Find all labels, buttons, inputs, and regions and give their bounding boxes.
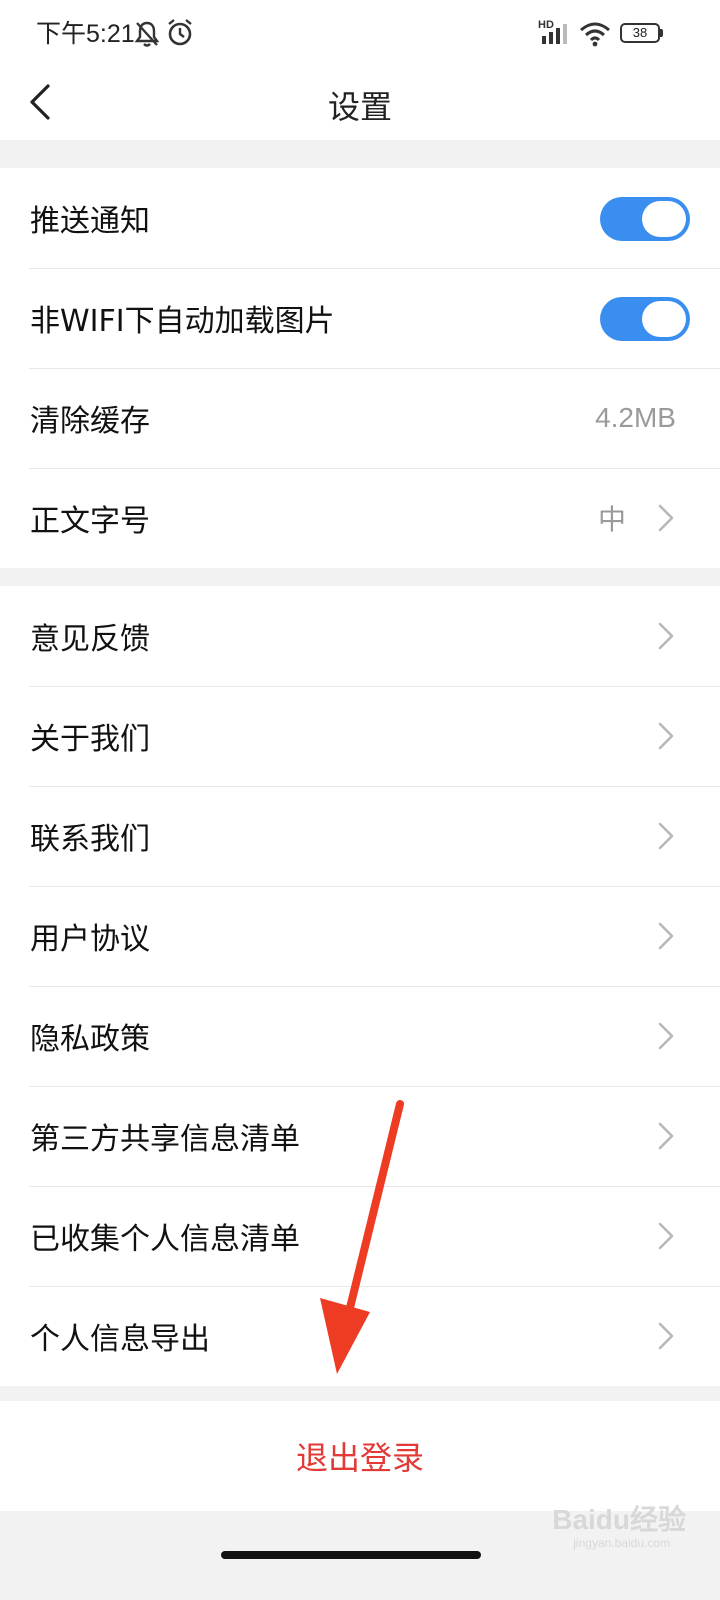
toggle-knob — [642, 301, 686, 337]
settings-section-info: 意见反馈 关于我们 联系我们 用户协议 隐私政策 第三方共享信息清单 已收集个人… — [0, 586, 720, 1386]
wifi-icon — [580, 22, 610, 47]
list-item-feedback[interactable]: 意见反馈 — [0, 586, 720, 686]
chevron-right-icon — [658, 1122, 674, 1150]
battery-tip — [660, 29, 663, 37]
list-item-label: 联系我们 — [30, 822, 150, 857]
watermark-logo: Baidu经验 — [552, 1504, 686, 1535]
setting-row-autoload-images: 非WIFI下自动加载图片 — [0, 268, 720, 368]
list-item-collected-info[interactable]: 已收集个人信息清单 — [0, 1186, 720, 1286]
font-size-value: 中 — [597, 504, 626, 535]
list-item-label: 已收集个人信息清单 — [30, 1222, 300, 1257]
setting-row-clear-cache[interactable]: 清除缓存 4.2MB — [0, 368, 720, 468]
chevron-right-icon — [658, 1222, 674, 1250]
chevron-right-icon — [658, 1022, 674, 1050]
status-time: 下午5:21 — [36, 20, 135, 48]
chevron-right-icon — [658, 1322, 674, 1350]
chevron-right-icon — [658, 822, 674, 850]
setting-row-font-size[interactable]: 正文字号 中 — [0, 468, 720, 568]
signal-icon — [542, 24, 567, 44]
list-item-label: 意见反馈 — [30, 622, 150, 657]
autoload-images-toggle[interactable] — [600, 297, 690, 341]
battery-level: 38 — [632, 25, 648, 40]
watermark-url: jingyan.baidu.com — [573, 1536, 670, 1550]
list-item-label: 用户协议 — [30, 922, 150, 957]
list-item-label: 第三方共享信息清单 — [30, 1122, 300, 1157]
home-indicator[interactable] — [221, 1551, 481, 1559]
chevron-right-icon — [658, 504, 674, 532]
list-item-user-agreement[interactable]: 用户协议 — [0, 886, 720, 986]
alarm-icon — [168, 19, 192, 46]
chevron-right-icon — [658, 722, 674, 750]
push-notifications-toggle[interactable] — [600, 197, 690, 241]
list-item-label: 隐私政策 — [30, 1022, 150, 1057]
toggle-knob — [642, 201, 686, 237]
setting-row-push-notifications: 推送通知 — [0, 168, 720, 268]
logout-label: 退出登录 — [295, 1439, 424, 1477]
cache-size-value: 4.2MB — [595, 402, 676, 433]
chevron-right-icon — [658, 922, 674, 950]
list-item-third-party-sharing[interactable]: 第三方共享信息清单 — [0, 1086, 720, 1186]
mute-bell-icon — [134, 21, 160, 47]
setting-label: 正文字号 — [30, 504, 150, 539]
battery-icon: 38 — [620, 23, 660, 43]
page-title: 设置 — [327, 88, 392, 126]
setting-label: 非WIFI下自动加载图片 — [30, 304, 335, 339]
list-item-contact-us[interactable]: 联系我们 — [0, 786, 720, 886]
chevron-right-icon — [658, 622, 674, 650]
list-item-label: 个人信息导出 — [30, 1322, 210, 1357]
list-item-privacy-policy[interactable]: 隐私政策 — [0, 986, 720, 1086]
setting-label: 清除缓存 — [30, 404, 150, 439]
status-bar: 下午5:21 HD 38 — [0, 0, 720, 64]
logout-button[interactable]: 退出登录 — [0, 1401, 720, 1511]
setting-label: 推送通知 — [30, 204, 150, 239]
title-bar: 设置 — [0, 64, 720, 140]
list-item-about-us[interactable]: 关于我们 — [0, 686, 720, 786]
settings-section-general: 推送通知 非WIFI下自动加载图片 清除缓存 4.2MB 正文字号 中 — [0, 168, 720, 568]
list-item-export-personal-info[interactable]: 个人信息导出 — [0, 1286, 720, 1386]
list-item-label: 关于我们 — [30, 722, 150, 757]
